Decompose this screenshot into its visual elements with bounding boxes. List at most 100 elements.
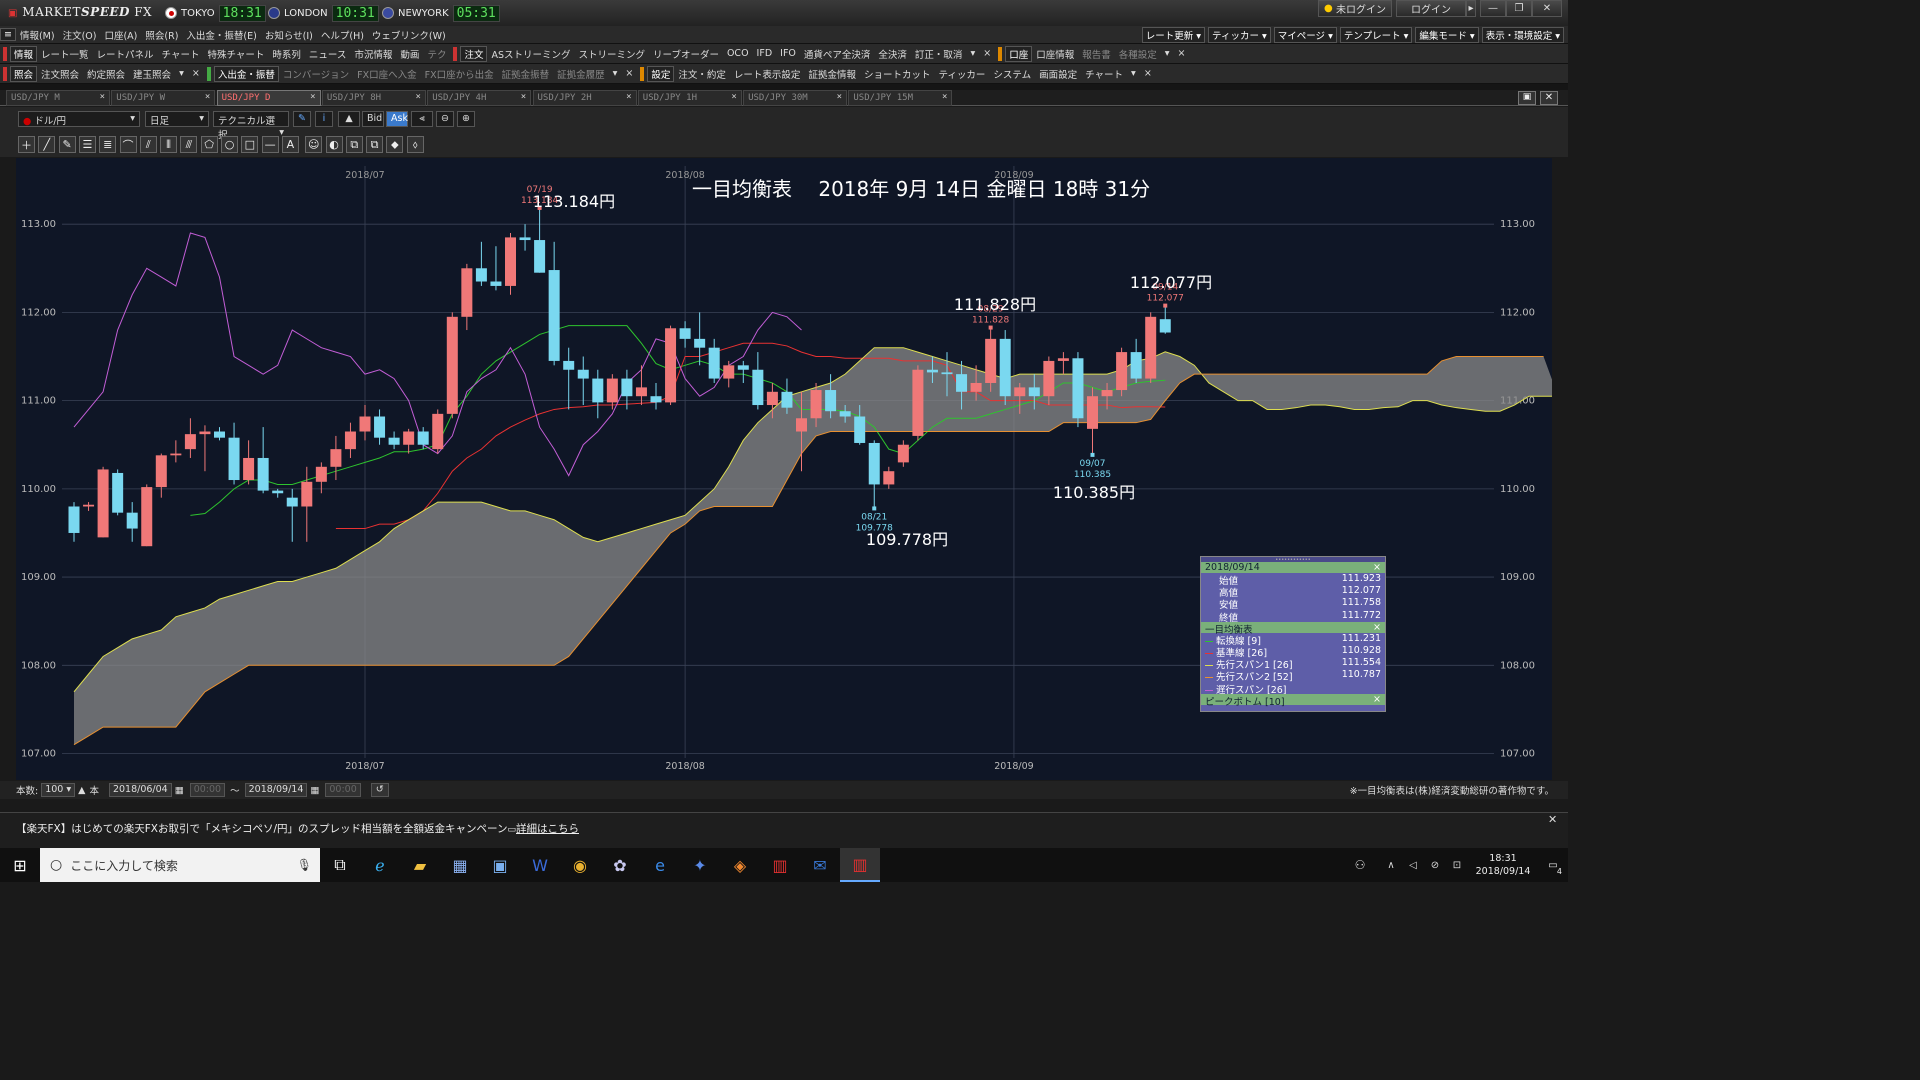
chart-type-icon[interactable]: ▲	[338, 111, 360, 127]
toolbar-item-21[interactable]: 画面設定	[1035, 67, 1081, 81]
pen-icon[interactable]: ✎	[293, 111, 311, 127]
tab-close-icon[interactable]: ×	[837, 92, 842, 102]
draw-tool-icon[interactable]: ✎	[58, 136, 76, 153]
zoom-in-icon[interactable]: ⊕	[457, 111, 475, 127]
ime-icon[interactable]: ⊡	[1446, 848, 1468, 882]
reset-icon[interactable]: ↺	[370, 783, 389, 797]
technical-select[interactable]: テクニカル選択▾	[213, 111, 289, 141]
toolbar-item-3[interactable]: チャート	[158, 47, 204, 61]
app2-icon[interactable]: ✿	[600, 848, 640, 882]
marketspeed-fx-icon[interactable]: ▥	[840, 848, 880, 882]
toolbar-group-marker[interactable]	[3, 66, 7, 81]
draw-tool-icon[interactable]: ⫻	[180, 136, 198, 153]
toolbar-item-8[interactable]: FX口座へ入金	[353, 67, 420, 81]
toolbar-group-0[interactable]: 照会	[10, 65, 38, 82]
toolbar-item-5[interactable]: 時系列	[268, 47, 305, 61]
toolbar-item-24[interactable]: 報告書	[1078, 47, 1115, 61]
toolbar-item-1[interactable]: 注文照会	[37, 67, 83, 81]
ohlc-info-window[interactable]: •••••••••••• 2018/09/14 × 始値 111.923 高値 112.…	[1200, 556, 1386, 712]
draw-tool-icon[interactable]: ○	[221, 136, 238, 153]
draw-tool-icon[interactable]: □	[241, 136, 259, 153]
toolbar-group-marker[interactable]	[206, 66, 211, 81]
toolbar-group-marker[interactable]	[640, 66, 645, 81]
tab-5[interactable]: USD/JPY 2H ×	[532, 90, 637, 106]
period-select[interactable]: 日足 ▾	[145, 111, 209, 127]
from-date-input[interactable]: 2018/06/04	[108, 783, 172, 797]
tab-3[interactable]: USD/JPY 8H ×	[321, 90, 426, 106]
close-button[interactable]: ✕	[1532, 0, 1562, 17]
login-button[interactable]: ログイン	[1396, 0, 1466, 17]
zoom-out-icon[interactable]: ⊖	[436, 111, 454, 127]
toolbar-item-7[interactable]: コンバージョン	[279, 67, 353, 81]
toolbar-item-2[interactable]: 約定照会	[83, 67, 129, 81]
toolbar-dropdown-1[interactable]: ティッカー ▾	[1208, 26, 1271, 43]
news-close-icon[interactable]: ✕	[1548, 813, 1557, 826]
tray-chevron-icon[interactable]: ∧	[1380, 848, 1402, 882]
toolbar-item-2[interactable]: レートパネル	[93, 47, 158, 61]
toolbar-item-19[interactable]: ティッカー	[934, 67, 989, 81]
calendar-icon[interactable]: ▦	[175, 785, 184, 796]
tab-2[interactable]: USD/JPY D ×	[216, 90, 321, 106]
toolbar-group-10[interactable]: 注文	[460, 45, 488, 62]
menu-icon[interactable]: ≡	[0, 28, 16, 41]
toolbar-dropdown-5[interactable]: 表示・環境設定 ▾	[1481, 26, 1564, 43]
toolbar-item-4[interactable]: 特殊チャート	[203, 47, 268, 61]
draw-tool-icon[interactable]: ☺	[305, 136, 323, 153]
draw-tool-icon[interactable]: ☰	[78, 136, 96, 153]
toolbar-group-marker[interactable]	[3, 46, 7, 61]
draw-tool-icon[interactable]: ◐	[325, 136, 343, 153]
draw-tool-icon[interactable]: ⬥	[386, 136, 404, 153]
volume-icon[interactable]: ◁	[1402, 848, 1424, 882]
draw-tool-icon[interactable]: —	[261, 136, 279, 153]
info-icon[interactable]: i	[315, 111, 333, 127]
toolbar-item-25[interactable]: 各種設定	[1115, 47, 1161, 61]
menu-item-5[interactable]: お知らせ(I)	[261, 28, 317, 42]
tab-close-icon[interactable]: ×	[205, 92, 210, 102]
tab-close-icon[interactable]: ×	[100, 92, 105, 102]
toolbar-dropdown-0[interactable]: レート更新 ▾	[1141, 26, 1206, 43]
app4-icon[interactable]: ◈	[720, 848, 760, 882]
toolbar-item-22[interactable]: チャート	[1081, 67, 1127, 81]
toolbar-item-1[interactable]: レート一覧	[37, 47, 93, 61]
app3-icon[interactable]: ✦	[680, 848, 720, 882]
toolbar-item-23[interactable]: ▾	[1127, 68, 1140, 79]
toolbar-item-26[interactable]: ▾	[1161, 48, 1174, 59]
bar-count-input[interactable]: 100 ▾	[41, 783, 76, 797]
tab-close-icon[interactable]: ×	[942, 92, 947, 102]
toolbar-item-15[interactable]: IFD	[753, 48, 777, 59]
toolbar-group-0[interactable]: 情報	[10, 45, 38, 62]
draw-tool-icon[interactable]: A	[281, 136, 299, 153]
people-icon[interactable]: ⚇	[1340, 848, 1380, 882]
maximize-chart-icon[interactable]: ▣	[1518, 91, 1536, 105]
news-link[interactable]: 詳細はこちら	[516, 823, 579, 835]
toolbar-item-11[interactable]: 証拠金履歴	[553, 67, 609, 81]
tab-close-icon[interactable]: ×	[521, 92, 526, 102]
toolbar-item-7[interactable]: 市況情報	[350, 47, 396, 61]
toolbar-item-24[interactable]: ×	[1140, 68, 1156, 79]
toolbar-dropdown-2[interactable]: マイページ ▾	[1273, 26, 1337, 43]
toolbar-item-20[interactable]: ▾	[966, 48, 979, 59]
toolbar-item-23[interactable]: 口座情報	[1032, 47, 1078, 61]
draw-tool-icon[interactable]: ⧉	[366, 136, 384, 153]
draw-tool-icon[interactable]: ⧉	[345, 136, 363, 153]
menu-item-0[interactable]: 情報(M)	[16, 28, 59, 42]
taskbar-search[interactable]: ○ ここに入力して検索 🎙	[40, 848, 320, 882]
toolbar-item-16[interactable]: IFO	[776, 48, 800, 59]
indicator-window-icon[interactable]: ⫷	[411, 111, 433, 127]
toolbar-item-3[interactable]: 建玉照会	[129, 67, 175, 81]
toolbar-item-13[interactable]: リーブオーダー	[649, 47, 723, 61]
draw-tool-icon[interactable]: ⫽	[139, 136, 157, 153]
tab-close-icon[interactable]: ×	[731, 92, 736, 102]
currency-pair-select[interactable]: ● ドル/円 ▾	[18, 111, 140, 127]
bid-button[interactable]: Bid	[362, 111, 384, 127]
task-view-icon[interactable]: ⧉	[320, 848, 360, 882]
word-icon[interactable]: W	[520, 848, 560, 882]
tab-6[interactable]: USD/JPY 1H ×	[637, 90, 742, 106]
toolbar-item-19[interactable]: 訂正・取消	[911, 47, 967, 61]
menu-item-1[interactable]: 注文(O)	[59, 28, 101, 42]
toolbar-group-marker[interactable]	[998, 46, 1003, 61]
draw-tool-icon[interactable]: ＋	[18, 136, 35, 153]
toolbar-item-14[interactable]: OCO	[723, 48, 753, 59]
menu-item-4[interactable]: 入出金・振替(E)	[182, 28, 260, 42]
toolbar-item-6[interactable]: ニュース	[305, 47, 351, 61]
